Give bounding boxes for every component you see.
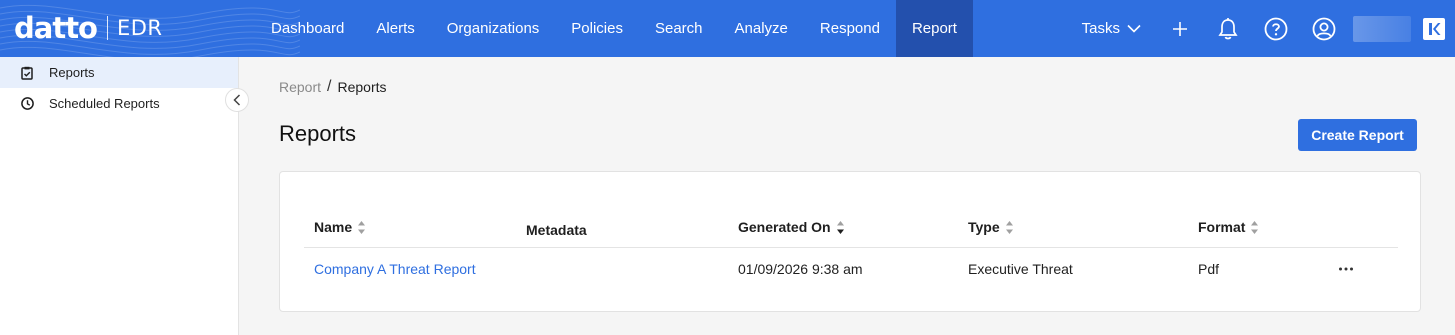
nav-item-analyze[interactable]: Analyze	[719, 0, 804, 57]
report-name-link[interactable]: Company A Threat Report	[314, 261, 476, 277]
breadcrumb-current: Reports	[337, 79, 387, 95]
report-format: Pdf	[1198, 261, 1220, 277]
breadcrumb: Report / Reports	[279, 78, 387, 96]
breadcrumb-separator: /	[327, 78, 332, 95]
sidebar-item-label: Reports	[49, 65, 95, 80]
tasks-label: Tasks	[1081, 20, 1120, 37]
nav-item-dashboard[interactable]: Dashboard	[255, 0, 360, 57]
column-header-type[interactable]: Type	[968, 219, 1014, 235]
datto-edr-logo[interactable]: datto EDR	[14, 11, 163, 45]
nav-item-alerts[interactable]: Alerts	[360, 0, 430, 57]
report-generated-on: 01/09/2026 9:38 am	[738, 261, 863, 277]
kaseya-icon[interactable]	[1423, 17, 1445, 40]
chevron-left-icon	[233, 94, 241, 106]
top-navigation-bar: datto EDR Dashboard Alerts Organizations…	[0, 0, 1455, 57]
column-header-format[interactable]: Format	[1198, 219, 1259, 235]
sort-icon[interactable]	[357, 220, 366, 235]
bell-icon[interactable]	[1215, 16, 1241, 42]
column-header-generated-on[interactable]: Generated On	[738, 219, 845, 235]
plus-icon[interactable]	[1167, 16, 1193, 42]
nav-item-search[interactable]: Search	[639, 0, 719, 57]
sort-descending-icon[interactable]	[836, 220, 845, 235]
column-header-label: Metadata	[526, 222, 587, 238]
user-name-redacted[interactable]	[1353, 15, 1411, 42]
column-header-name[interactable]: Name	[314, 219, 366, 235]
logo-product: EDR	[116, 16, 163, 40]
nav-item-organizations[interactable]: Organizations	[431, 0, 556, 57]
logo-divider	[106, 16, 108, 40]
sidebar: Reports Scheduled Reports	[0, 57, 239, 335]
main-nav: Dashboard Alerts Organizations Policies …	[255, 0, 973, 57]
logo-brand: datto	[14, 11, 98, 45]
clipboard-icon	[20, 66, 34, 80]
report-type: Executive Threat	[968, 261, 1073, 277]
sort-icon[interactable]	[1005, 220, 1014, 235]
column-header-metadata: Metadata	[526, 222, 587, 238]
nav-item-respond[interactable]: Respond	[804, 0, 896, 57]
chevron-down-icon	[1127, 24, 1141, 33]
sidebar-item-scheduled-reports[interactable]: Scheduled Reports	[0, 88, 238, 119]
sidebar-item-label: Scheduled Reports	[49, 96, 160, 111]
nav-item-policies[interactable]: Policies	[555, 0, 639, 57]
column-header-label: Format	[1198, 219, 1246, 235]
sidebar-collapse-button[interactable]	[225, 88, 249, 112]
table-header-divider	[304, 247, 1398, 248]
sidebar-item-reports[interactable]: Reports	[0, 57, 238, 88]
help-icon[interactable]	[1263, 16, 1289, 42]
column-header-label: Generated On	[738, 219, 831, 235]
column-header-label: Name	[314, 219, 353, 235]
clock-icon	[20, 97, 34, 111]
page-title: Reports	[279, 121, 357, 146]
more-options-icon[interactable]	[1336, 260, 1356, 278]
tasks-dropdown[interactable]: Tasks	[1082, 20, 1141, 37]
reports-table-card: Name Metadata Generated On Type Format C…	[279, 171, 1421, 312]
sort-icon[interactable]	[1250, 220, 1259, 235]
create-report-button[interactable]: Create Report	[1298, 119, 1417, 151]
breadcrumb-parent[interactable]: Report	[279, 79, 321, 95]
nav-right-actions: Tasks	[1082, 0, 1455, 57]
column-header-label: Type	[968, 219, 1000, 235]
user-icon[interactable]	[1311, 16, 1337, 42]
nav-item-report[interactable]: Report	[895, 0, 973, 57]
